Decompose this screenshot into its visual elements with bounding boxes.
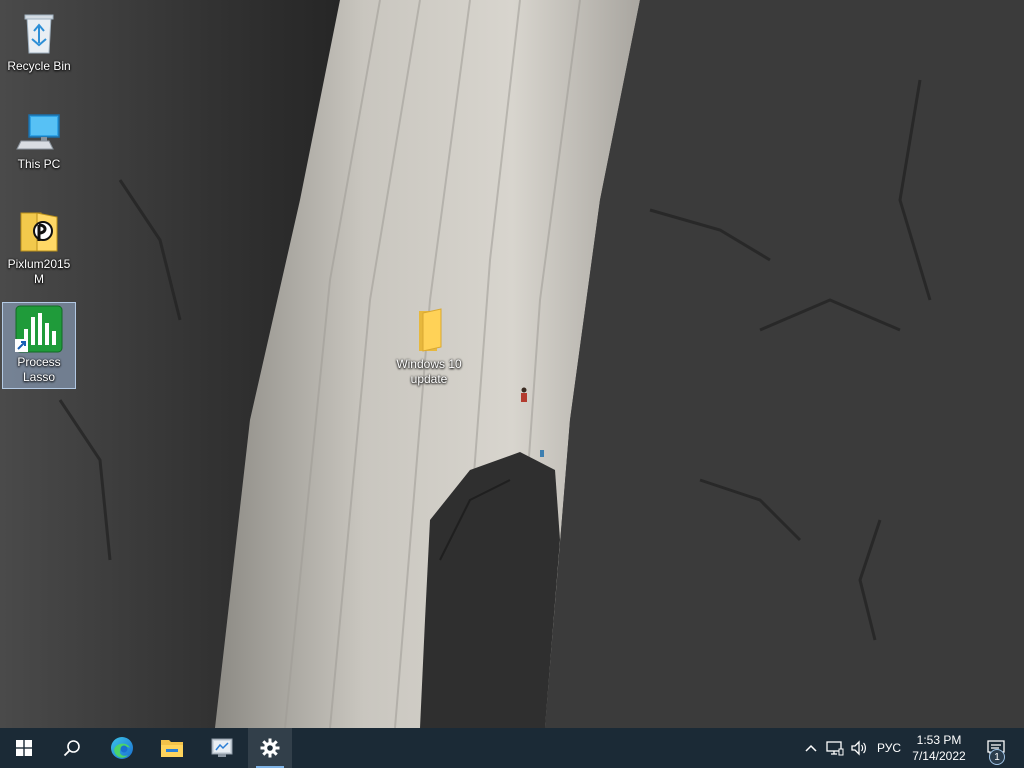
file-explorer-taskbar-button[interactable]: [148, 728, 196, 768]
desktop-icon-windows-10-update-folder[interactable]: Windows 10 update: [392, 304, 466, 391]
file-explorer-icon: [160, 737, 184, 759]
notification-count-badge: 1: [989, 749, 1005, 765]
pixlum-icon: [15, 207, 63, 255]
desktop-icon-label: Windows 10 update: [396, 357, 462, 386]
desktop-icon-label: Recycle Bin: [7, 59, 71, 73]
windows-start-icon: [16, 740, 32, 756]
desktop-icon-this-pc[interactable]: This PC: [2, 104, 76, 176]
volume-tray-button[interactable]: [847, 728, 871, 768]
network-icon: [826, 740, 844, 756]
edge-browser-icon: [109, 735, 135, 761]
desktop-icon-label: Process Lasso: [17, 355, 61, 384]
desktop[interactable]: Recycle Bin This PC Pixlum2015M Process …: [0, 0, 1024, 728]
network-tray-button[interactable]: [823, 728, 847, 768]
clock-date: 7/14/2022: [912, 749, 966, 763]
desktop-icon-label: Pixlum2015M: [7, 257, 71, 286]
start-button[interactable]: [0, 728, 48, 768]
search-button[interactable]: [48, 728, 96, 768]
edge-taskbar-button[interactable]: [98, 728, 146, 768]
wallpaper-cliff-image: [0, 0, 1024, 728]
taskbar: РУС 1:53 PM 7/14/2022 1: [0, 728, 1024, 768]
input-language-indicator[interactable]: РУС: [872, 728, 906, 768]
desktop-icon-label: This PC: [17, 157, 61, 171]
folder-icon: [405, 307, 453, 355]
desktop-icon-process-lasso[interactable]: Process Lasso: [2, 302, 76, 389]
chevron-up-icon: [805, 744, 817, 752]
clock-time: 1:53 PM: [916, 733, 962, 747]
control-panel-icon: [210, 737, 234, 759]
desktop-icon-pixlum[interactable]: Pixlum2015M: [2, 204, 76, 291]
settings-gear-icon: [260, 738, 280, 758]
taskbar-clock[interactable]: 1:53 PM 7/14/2022: [906, 728, 972, 768]
process-lasso-icon: [15, 305, 63, 353]
this-pc-icon: [15, 107, 63, 155]
search-icon: [63, 739, 81, 757]
recycle-bin-icon: [15, 9, 63, 57]
settings-taskbar-button[interactable]: [248, 728, 292, 768]
control-panel-taskbar-button[interactable]: [198, 728, 246, 768]
show-hidden-icons-button[interactable]: [800, 728, 822, 768]
desktop-icon-recycle-bin[interactable]: Recycle Bin: [2, 6, 76, 78]
speaker-volume-icon: [850, 740, 868, 756]
